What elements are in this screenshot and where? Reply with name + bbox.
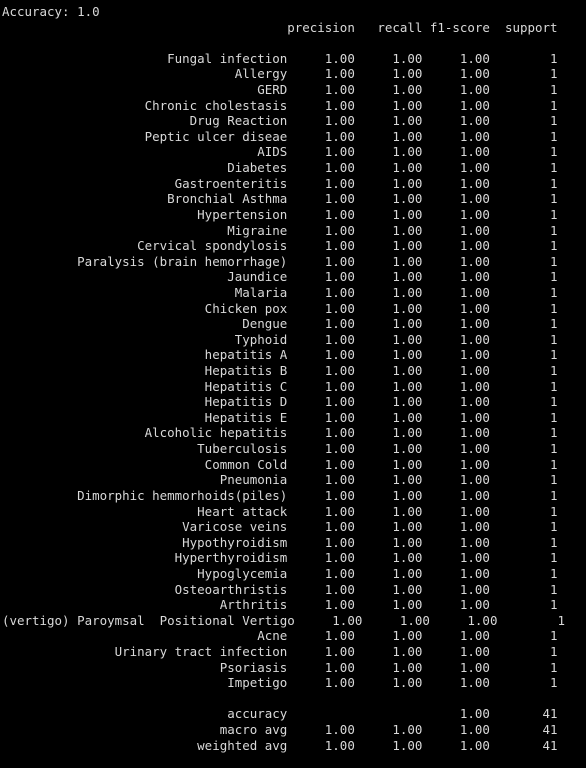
report-class-row: Peptic ulcer diseae 1.00 1.00 1.00 1: [2, 128, 558, 144]
header-separator-blank: [2, 35, 586, 51]
report-class-row: Impetigo 1.00 1.00 1.00 1: [2, 675, 558, 691]
report-class-row: Migraine 1.00 1.00 1.00 1: [2, 222, 558, 238]
terminal-output: Accuracy: 1.0 precision recall f1-score …: [0, 0, 586, 768]
report-class-row: AIDS 1.00 1.00 1.00 1: [2, 144, 558, 160]
report-class-row: Varicose veins 1.00 1.00 1.00 1: [2, 519, 558, 535]
report-class-row: Common Cold 1.00 1.00 1.00 1: [2, 456, 558, 472]
report-summary-row: accuracy 1.00 41: [2, 706, 558, 722]
report-class-row: Fungal infection 1.00 1.00 1.00 1: [2, 50, 558, 66]
report-class-row: Hepatitis E 1.00 1.00 1.00 1: [2, 409, 558, 425]
report-class-row: Hypertension 1.00 1.00 1.00 1: [2, 206, 558, 222]
report-class-row: (vertigo) Paroymsal Positional Vertigo 1…: [2, 612, 566, 628]
report-class-row: Cervical spondylosis 1.00 1.00 1.00 1: [2, 238, 558, 254]
report-class-row: Gastroenteritis 1.00 1.00 1.00 1: [2, 175, 558, 191]
report-class-row: GERD 1.00 1.00 1.00 1: [2, 82, 558, 98]
report-class-row: Jaundice 1.00 1.00 1.00 1: [2, 269, 558, 285]
report-class-row: Dimorphic hemmorhoids(piles) 1.00 1.00 1…: [2, 487, 558, 503]
report-class-row: Typhoid 1.00 1.00 1.00 1: [2, 331, 558, 347]
report-class-row: Arthritis 1.00 1.00 1.00 1: [2, 597, 558, 613]
report-class-row: Psoriasis 1.00 1.00 1.00 1: [2, 659, 558, 675]
report-class-row: hepatitis A 1.00 1.00 1.00 1: [2, 347, 558, 363]
report-class-row: Osteoarthristis 1.00 1.00 1.00 1: [2, 581, 558, 597]
report-class-row: Chicken pox 1.00 1.00 1.00 1: [2, 300, 558, 316]
report-class-row: Malaria 1.00 1.00 1.00 1: [2, 284, 558, 300]
report-summary-row: macro avg 1.00 1.00 1.00 41: [2, 722, 558, 738]
report-class-row: Hepatitis C 1.00 1.00 1.00 1: [2, 378, 558, 394]
report-class-row: Chronic cholestasis 1.00 1.00 1.00 1: [2, 97, 558, 113]
report-class-row: Hyperthyroidism 1.00 1.00 1.00 1: [2, 550, 558, 566]
report-class-row: Pneumonia 1.00 1.00 1.00 1: [2, 472, 558, 488]
report-summary-row: weighted avg 1.00 1.00 1.00 41: [2, 737, 558, 753]
report-class-row: Bronchial Asthma 1.00 1.00 1.00 1: [2, 191, 558, 207]
report-class-row: Tuberculosis 1.00 1.00 1.00 1: [2, 441, 558, 457]
report-class-row: Heart attack 1.00 1.00 1.00 1: [2, 503, 558, 519]
report-class-row: Alcoholic hepatitis 1.00 1.00 1.00 1: [2, 425, 558, 441]
accuracy-summary-line: Accuracy: 1.0: [2, 4, 100, 19]
report-class-row: Urinary tract infection 1.00 1.00 1.00 1: [2, 643, 558, 659]
report-class-row: Diabetes 1.00 1.00 1.00 1: [2, 160, 558, 176]
report-class-row: Hypothyroidism 1.00 1.00 1.00 1: [2, 534, 558, 550]
report-class-row: Drug Reaction 1.00 1.00 1.00 1: [2, 113, 558, 129]
report-class-row: Hypoglycemia 1.00 1.00 1.00 1: [2, 565, 558, 581]
summary-separator-blank: [2, 691, 586, 707]
report-class-row: Dengue 1.00 1.00 1.00 1: [2, 316, 558, 332]
report-class-row: Allergy 1.00 1.00 1.00 1: [2, 66, 558, 82]
report-class-row: Hepatitis B 1.00 1.00 1.00 1: [2, 363, 558, 379]
report-class-row: Acne 1.00 1.00 1.00 1: [2, 628, 558, 644]
report-column-headers: precision recall f1-score support: [2, 19, 558, 35]
report-class-row: Paralysis (brain hemorrhage) 1.00 1.00 1…: [2, 253, 558, 269]
report-class-row: Hepatitis D 1.00 1.00 1.00 1: [2, 394, 558, 410]
